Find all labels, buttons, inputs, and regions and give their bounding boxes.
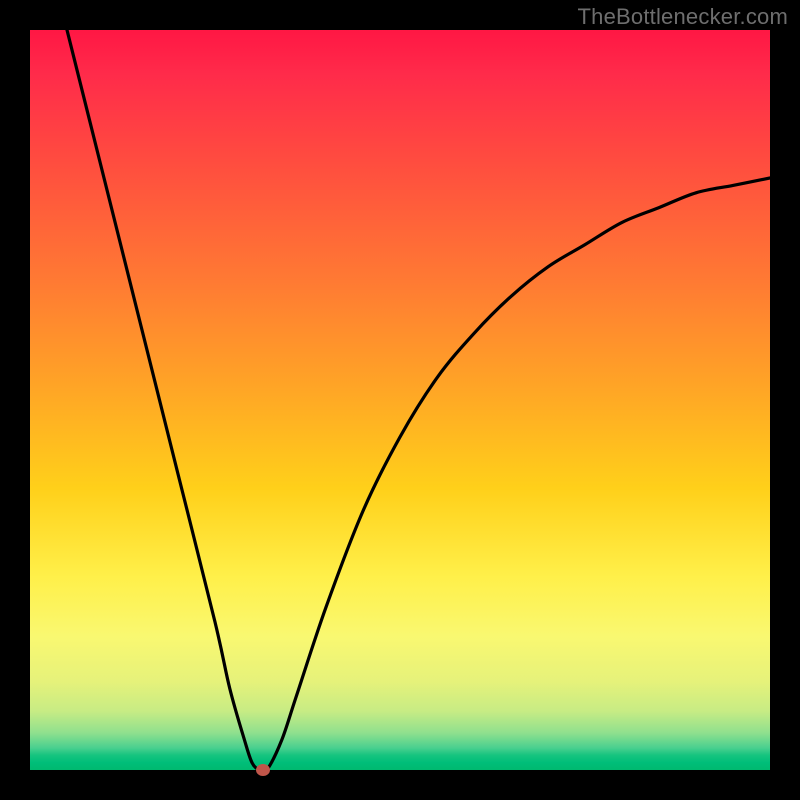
chart-stage: TheBottlenecker.com	[0, 0, 800, 800]
attribution-label: TheBottlenecker.com	[578, 4, 788, 30]
optimum-marker	[256, 764, 270, 776]
plot-gradient-area	[30, 30, 770, 770]
